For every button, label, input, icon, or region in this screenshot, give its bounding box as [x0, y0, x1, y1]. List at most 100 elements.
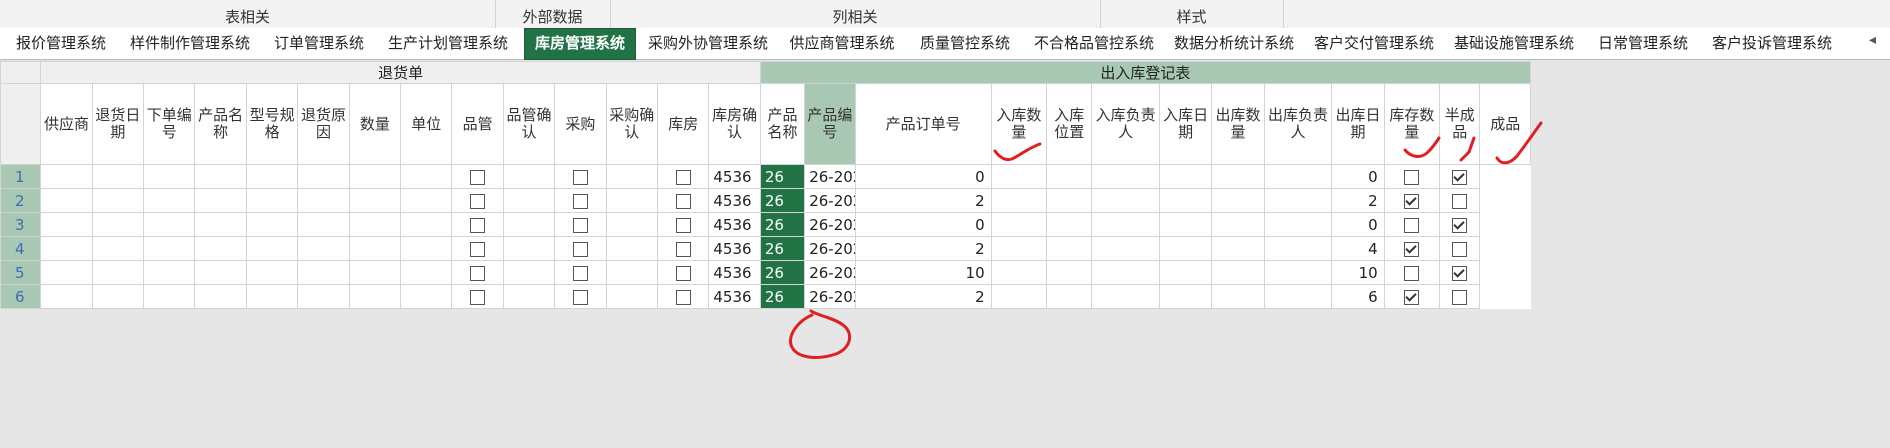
product-name-cell[interactable]: 4536 — [708, 164, 761, 189]
purchase-confirm-cell[interactable] — [554, 284, 607, 309]
grid-cell[interactable] — [605, 212, 659, 237]
column-header[interactable]: 产品名称 — [194, 83, 247, 165]
semi-finished-checkbox[interactable] — [1404, 289, 1420, 305]
grid-cell[interactable] — [245, 284, 299, 309]
grid-cell[interactable] — [1046, 284, 1093, 309]
semi-finished-cell[interactable] — [1383, 188, 1441, 213]
grid-cell[interactable] — [348, 260, 402, 285]
row-number[interactable]: 5 — [0, 260, 42, 285]
grid-cell[interactable] — [1158, 188, 1213, 213]
semi-finished-cell[interactable] — [1383, 260, 1441, 285]
column-header[interactable]: 库存数量 — [1383, 83, 1441, 165]
column-header[interactable]: 成品 — [1479, 83, 1531, 165]
purchase-confirm-checkbox[interactable] — [572, 289, 588, 305]
semi-finished-checkbox[interactable] — [1404, 265, 1420, 281]
finished-checkbox[interactable] — [1452, 193, 1468, 209]
qc-confirm-checkbox[interactable] — [470, 169, 486, 185]
product-code-cell[interactable]: 26 — [759, 260, 806, 285]
row-number[interactable]: 2 — [0, 188, 42, 213]
grid-cell[interactable] — [502, 212, 556, 237]
grid-cell[interactable] — [400, 236, 453, 261]
triangle-left-icon[interactable]: ◂ — [1869, 32, 1876, 48]
grid-cell[interactable] — [348, 164, 402, 189]
column-header[interactable]: 入库位置 — [1046, 83, 1093, 165]
column-header[interactable]: 数量 — [348, 83, 402, 165]
purchase-confirm-checkbox[interactable] — [572, 193, 588, 209]
column-header[interactable]: 下单编号 — [143, 83, 196, 165]
semi-finished-checkbox[interactable] — [1404, 169, 1420, 185]
grid-cell[interactable] — [1158, 236, 1213, 261]
grid-cell[interactable] — [194, 164, 247, 189]
grid-cell[interactable] — [297, 188, 350, 213]
warehouse-confirm-cell[interactable] — [656, 284, 710, 309]
column-header-product-code[interactable]: 产品编号 — [804, 83, 856, 165]
grid-cell[interactable] — [1211, 164, 1265, 189]
in-qty-cell[interactable]: 2 — [854, 188, 992, 213]
column-header[interactable]: 品管确认 — [502, 83, 556, 165]
product-code-cell[interactable]: 26 — [759, 164, 806, 189]
column-header[interactable]: 供应商 — [40, 83, 93, 165]
product-order-cell[interactable]: 26-20220518-0003 — [804, 212, 856, 237]
grid-cell[interactable] — [245, 236, 299, 261]
qc-confirm-checkbox[interactable] — [470, 193, 486, 209]
finished-cell[interactable] — [1439, 260, 1481, 285]
tab-production-plan[interactable]: 生产计划管理系统 — [382, 29, 514, 58]
finished-cell[interactable] — [1439, 188, 1481, 213]
warehouse-confirm-cell[interactable] — [656, 260, 710, 285]
grid-cell[interactable] — [502, 188, 556, 213]
grid-cell[interactable] — [990, 284, 1048, 309]
grid-cell[interactable] — [1158, 164, 1213, 189]
grid-cell[interactable] — [194, 188, 247, 213]
stock-qty-cell[interactable]: 6 — [1331, 284, 1385, 309]
product-order-cell[interactable]: 26-20220504-0004 — [804, 284, 856, 309]
purchase-confirm-checkbox[interactable] — [572, 265, 588, 281]
grid-cell[interactable] — [348, 284, 402, 309]
semi-finished-checkbox[interactable] — [1404, 193, 1420, 209]
tab-quote[interactable]: 报价管理系统 — [6, 29, 116, 58]
grid-cell[interactable] — [245, 212, 299, 237]
grid-cell[interactable] — [1158, 284, 1213, 309]
column-header[interactable]: 出库数量 — [1211, 83, 1265, 165]
product-name-cell[interactable]: 4536 — [708, 188, 761, 213]
grid-cell[interactable] — [194, 260, 247, 285]
purchase-confirm-checkbox[interactable] — [572, 241, 588, 257]
tab-nonconforming[interactable]: 不合格品管控系统 — [1028, 29, 1160, 58]
grid-cell[interactable] — [1091, 164, 1160, 189]
grid-cell[interactable] — [1091, 212, 1160, 237]
grid-cell[interactable] — [297, 284, 350, 309]
grid-cell[interactable] — [143, 164, 196, 189]
warehouse-confirm-checkbox[interactable] — [675, 217, 691, 233]
warehouse-confirm-cell[interactable] — [656, 164, 710, 189]
warehouse-confirm-checkbox[interactable] — [675, 265, 691, 281]
grid-cell[interactable] — [91, 284, 145, 309]
finished-checkbox[interactable] — [1452, 217, 1468, 233]
purchase-confirm-cell[interactable] — [554, 212, 607, 237]
grid-cell[interactable] — [1211, 284, 1265, 309]
warehouse-confirm-cell[interactable] — [656, 188, 710, 213]
grid-cell[interactable] — [990, 236, 1048, 261]
column-header[interactable]: 半成品 — [1439, 83, 1481, 165]
tab-data-analysis[interactable]: 数据分析统计系统 — [1168, 29, 1300, 58]
grid-cell[interactable] — [40, 212, 93, 237]
grid-cell[interactable] — [1263, 284, 1333, 309]
column-header[interactable]: 退货原因 — [297, 83, 350, 165]
stock-qty-cell[interactable]: 0 — [1331, 164, 1385, 189]
grid-cell[interactable] — [91, 260, 145, 285]
grid-cell[interactable] — [1211, 188, 1265, 213]
tab-sample[interactable]: 样件制作管理系统 — [124, 29, 256, 58]
stock-qty-cell[interactable]: 2 — [1331, 188, 1385, 213]
grid-cell[interactable] — [1211, 236, 1265, 261]
column-header[interactable]: 产品名称 — [759, 83, 806, 165]
finished-checkbox[interactable] — [1452, 265, 1468, 281]
finished-checkbox[interactable] — [1452, 169, 1468, 185]
product-name-cell[interactable]: 4536 — [708, 212, 761, 237]
grid-cell[interactable] — [143, 188, 196, 213]
grid-cell[interactable] — [990, 260, 1048, 285]
qc-confirm-checkbox[interactable] — [470, 241, 486, 257]
tab-order[interactable]: 订单管理系统 — [264, 29, 374, 58]
product-order-cell[interactable]: 26-20220504-0004 — [804, 236, 856, 261]
grid-cell[interactable] — [1158, 212, 1213, 237]
column-header[interactable]: 入库负责人 — [1091, 83, 1160, 165]
column-header[interactable]: 采购 — [554, 83, 607, 165]
grid-cell[interactable] — [400, 284, 453, 309]
